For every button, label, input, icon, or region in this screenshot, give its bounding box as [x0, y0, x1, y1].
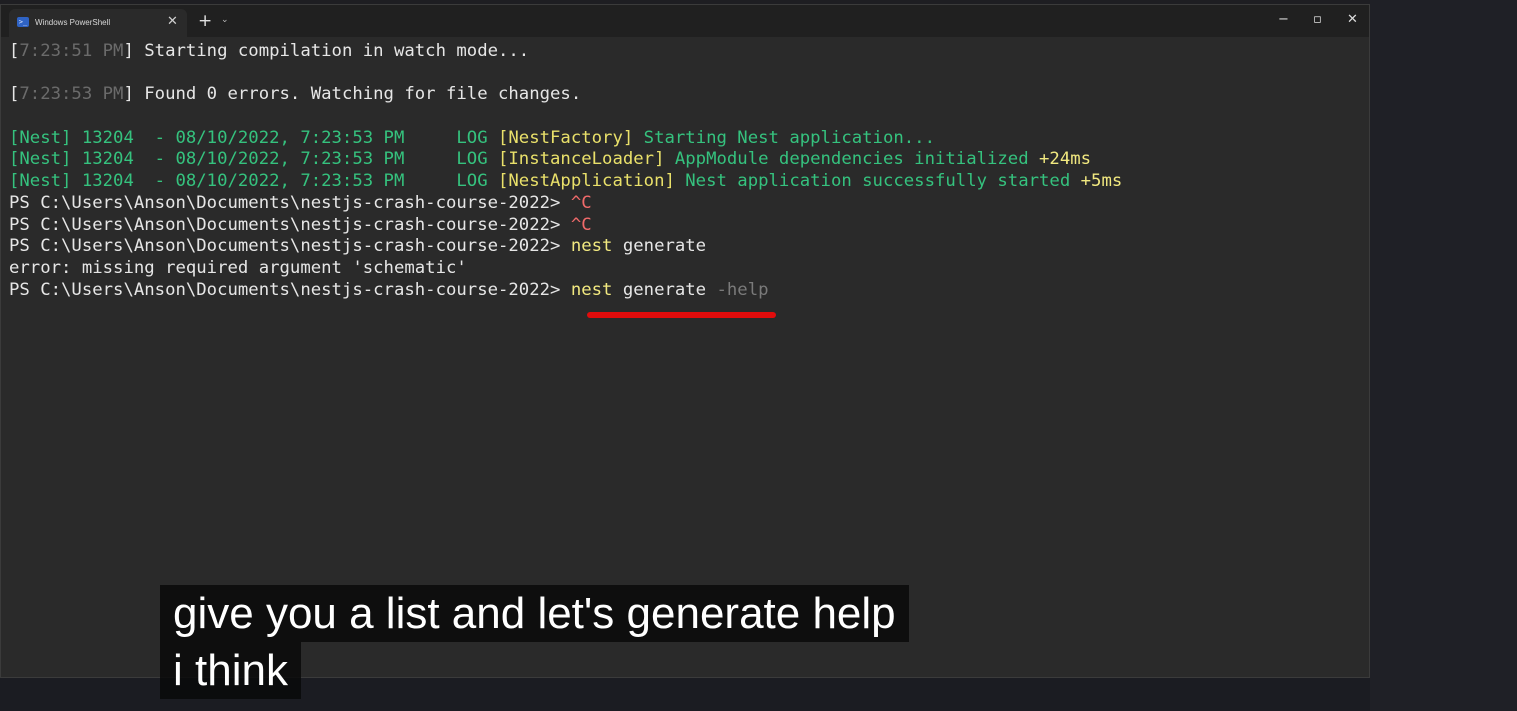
chevron-down-icon[interactable]: ⌄: [221, 15, 229, 25]
terminal-line: error: missing required argument 'schema…: [9, 258, 1369, 280]
terminal-text-segment: Nest application successfully started: [674, 171, 1081, 192]
terminal-line: [Nest] 13204 - 08/10/2022, 7:23:53 PM LO…: [9, 171, 1369, 193]
tab-close-icon[interactable]: ✕: [167, 14, 178, 29]
terminal-text-segment: [Nest] 13204 - 08/10/2022, 7:23:53 PM LO…: [9, 127, 498, 148]
caption-line-2: i think: [160, 642, 301, 699]
terminal-text-segment: PS C:\Users\Anson\Documents\nestjs-crash…: [9, 214, 571, 235]
terminal-line: PS C:\Users\Anson\Documents\nestjs-crash…: [9, 280, 1369, 302]
close-button[interactable]: ✕: [1347, 12, 1358, 28]
terminal-text-segment: generate: [612, 236, 707, 257]
terminal-text-segment: [InstanceLoader]: [498, 149, 665, 170]
terminal-text-segment: PS C:\Users\Anson\Documents\nestjs-crash…: [9, 279, 571, 300]
terminal-line: PS C:\Users\Anson\Documents\nestjs-crash…: [9, 193, 1369, 215]
terminal-text-segment: 7:23:51 PM: [19, 41, 124, 61]
terminal-text-segment: PS C:\Users\Anson\Documents\nestjs-crash…: [9, 236, 571, 257]
terminal-text-segment: ] Found 0 errors. Watching for file chan…: [123, 84, 582, 105]
terminal-line: [9, 106, 1369, 128]
terminal-text-segment: -help: [716, 279, 769, 300]
terminal-text-segment: generate: [612, 279, 717, 300]
terminal-text-segment: AppModule dependencies initialized: [664, 149, 1040, 170]
terminal-line: [9, 63, 1369, 85]
terminal-line: [7:23:51 PM] Starting compilation in wat…: [9, 41, 1369, 63]
terminal-text-segment: ^C: [570, 192, 592, 213]
powershell-icon: >_: [17, 17, 29, 27]
terminal-text-segment: nest: [570, 236, 613, 257]
terminal-output[interactable]: [7:23:51 PM] Starting compilation in wat…: [9, 41, 1369, 301]
caption-line-1: give you a list and let's generate help: [160, 585, 909, 642]
terminal-text-segment: PS C:\Users\Anson\Documents\nestjs-crash…: [9, 192, 571, 213]
minimize-button[interactable]: −: [1278, 12, 1289, 28]
terminal-text-segment: [Nest] 13204 - 08/10/2022, 7:23:53 PM LO…: [9, 149, 498, 170]
video-captions: give you a list and let's generate help …: [160, 585, 909, 699]
red-underline-annotation: [587, 312, 776, 318]
new-tab-button[interactable]: +: [198, 11, 212, 31]
maximize-button[interactable]: ▫: [1313, 12, 1322, 28]
screen: >_ Windows PowerShell ✕ + ⌄ − ▫ ✕ [7:23:…: [0, 0, 1517, 711]
terminal-text-segment: Starting Nest application...: [633, 127, 935, 148]
terminal-text-segment: +24ms: [1039, 149, 1092, 170]
terminal-text-segment: +5ms: [1080, 171, 1123, 192]
powershell-window[interactable]: >_ Windows PowerShell ✕ + ⌄ − ▫ ✕ [7:23:…: [0, 4, 1370, 678]
terminal-line: [7:23:53 PM] Found 0 errors. Watching fo…: [9, 84, 1369, 106]
background-right: [1370, 0, 1517, 711]
terminal-text-segment: error: missing required argument 'schema…: [9, 257, 467, 278]
terminal-text-segment: [NestFactory]: [498, 127, 634, 148]
title-bar[interactable]: >_ Windows PowerShell ✕ + ⌄ − ▫ ✕: [1, 5, 1369, 37]
terminal-text-segment: nest: [570, 279, 613, 300]
terminal-text-segment: ] Starting compilation in watch mode...: [123, 41, 530, 61]
terminal-text-segment: 7:23:53 PM: [19, 84, 124, 105]
terminal-line: PS C:\Users\Anson\Documents\nestjs-crash…: [9, 236, 1369, 258]
terminal-line: [Nest] 13204 - 08/10/2022, 7:23:53 PM LO…: [9, 149, 1369, 171]
tab-windows-powershell[interactable]: >_ Windows PowerShell ✕: [9, 9, 187, 37]
terminal-text-segment: [: [9, 84, 20, 105]
terminal-text-segment: [Nest] 13204 - 08/10/2022, 7:23:53 PM LO…: [9, 171, 498, 192]
tab-title: Windows PowerShell: [35, 18, 111, 27]
terminal-line: PS C:\Users\Anson\Documents\nestjs-crash…: [9, 215, 1369, 237]
terminal-text-segment: [: [9, 41, 20, 61]
terminal-line: [Nest] 13204 - 08/10/2022, 7:23:53 PM LO…: [9, 128, 1369, 150]
terminal-text-segment: ^C: [570, 214, 592, 235]
terminal-text-segment: [NestApplication]: [498, 171, 675, 192]
